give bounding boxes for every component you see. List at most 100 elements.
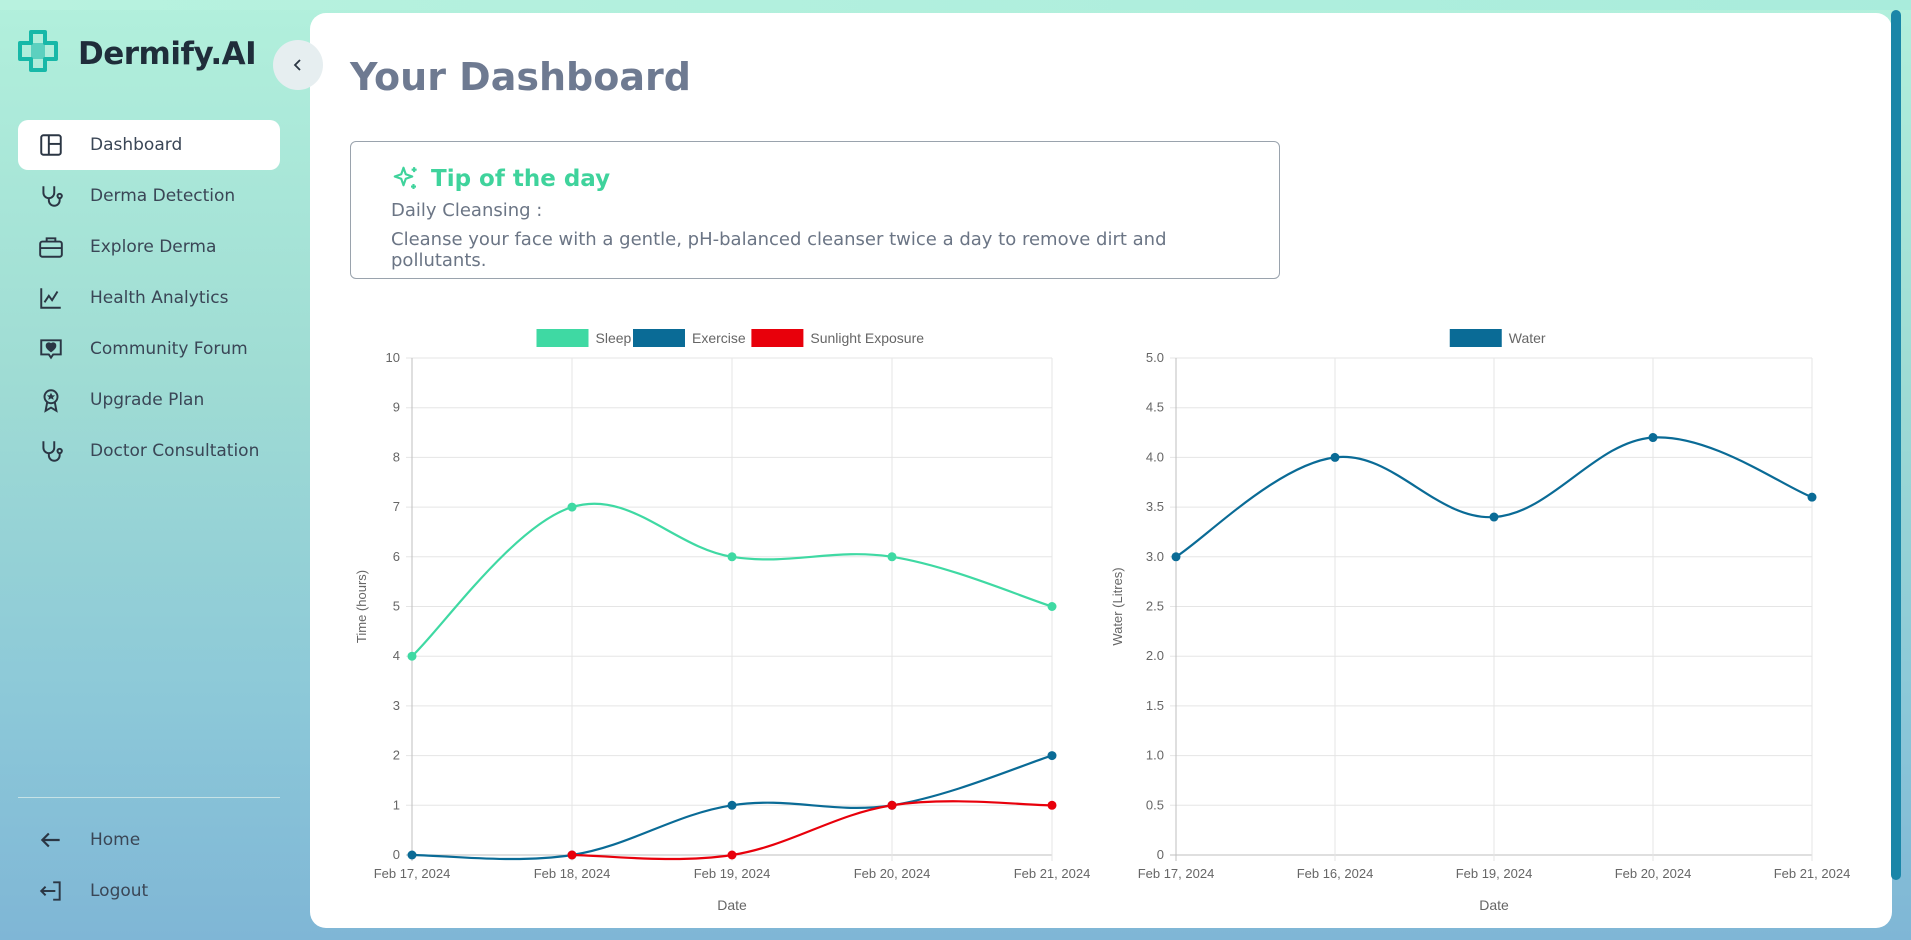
- data-point: [567, 850, 577, 860]
- sidebar-nav: Dashboard Derma Detection Explore Derma …: [18, 120, 280, 477]
- legend-swatch: [633, 329, 685, 347]
- sidebar-item-label: Home: [90, 830, 141, 850]
- sidebar-item-label: Derma Detection: [90, 186, 236, 206]
- y-tick-label: 5: [393, 599, 400, 614]
- sidebar-item-doctor-consultation[interactable]: Doctor Consultation: [18, 426, 280, 476]
- data-point: [1330, 452, 1340, 462]
- data-point: [1047, 751, 1057, 761]
- data-point: [1807, 492, 1817, 502]
- legend-swatch: [536, 329, 589, 347]
- line-chart-icon: [40, 288, 61, 309]
- y-tick-label: 7: [393, 499, 400, 514]
- legend-label: Sleep: [596, 330, 632, 346]
- x-tick-label: Feb 19, 2024: [694, 866, 771, 881]
- sidebar-item-upgrade-plan[interactable]: Upgrade Plan: [18, 375, 280, 425]
- sidebar-item-home[interactable]: Home: [18, 815, 280, 865]
- main-panel: Your Dashboard Tip of the day Daily Clea…: [310, 13, 1892, 928]
- x-tick-label: Feb 19, 2024: [1456, 866, 1533, 881]
- y-tick-label: 10: [386, 350, 400, 365]
- x-axis-title: Date: [1479, 897, 1509, 913]
- y-tick-label: 2.0: [1146, 648, 1164, 663]
- sidebar-item-label: Explore Derma: [90, 237, 217, 257]
- sidebar-item-derma-detection[interactable]: Derma Detection: [18, 171, 280, 221]
- x-tick-label: Feb 18, 2024: [534, 866, 611, 881]
- medical-cross-logo-icon: [18, 30, 58, 77]
- stethoscope-icon: [42, 441, 63, 462]
- stethoscope-icon: [42, 186, 63, 207]
- data-point: [887, 552, 897, 562]
- sidebar: Dermify.AI Dashboard Derma Detection Exp…: [0, 0, 310, 940]
- logout-icon: [39, 881, 61, 901]
- layout-icon: [40, 134, 62, 156]
- chart-1: 0 1 2 3 4 5 6 7 8 9 10 Feb 17, 2024 Feb 18, 2024 Feb …: [354, 329, 1090, 913]
- award-icon: [43, 389, 59, 413]
- sidebar-item-dashboard[interactable]: Dashboard: [18, 120, 280, 170]
- sidebar-item-label: Doctor Consultation: [90, 441, 260, 461]
- data-point: [887, 800, 897, 810]
- sidebar-item-label: Health Analytics: [90, 288, 229, 308]
- y-axis-title: Water (Litres): [1110, 567, 1125, 645]
- brand-name: Dermify.AI: [78, 35, 257, 72]
- y-axis-title: Time (hours): [354, 570, 369, 643]
- heart-message-icon: [40, 339, 62, 360]
- data-point: [407, 651, 417, 661]
- data-point: [1047, 602, 1057, 611]
- data-point: [1171, 552, 1181, 562]
- sidebar-item-logout[interactable]: Logout: [18, 866, 280, 916]
- x-tick-label: Feb 17, 2024: [374, 866, 451, 881]
- data-point: [567, 502, 577, 512]
- main-scrollbar[interactable]: [1891, 10, 1901, 880]
- chart-2: 0 0.5 1.0 1.5 2.0 2.5 3.0 3.5 4.0 4.5 5.0 Feb 17, 2…: [1110, 329, 1850, 913]
- y-tick-label: 5.0: [1146, 350, 1164, 365]
- sidebar-item-health-analytics[interactable]: Health Analytics: [18, 273, 280, 323]
- y-tick-label: 4.0: [1146, 449, 1164, 464]
- y-tick-label: 6: [393, 549, 400, 564]
- y-tick-label: 2.5: [1146, 599, 1164, 614]
- data-point: [727, 850, 737, 860]
- y-tick-label: 1.5: [1146, 698, 1164, 713]
- x-tick-label: Feb 21, 2024: [1774, 866, 1851, 881]
- y-tick-label: 4: [393, 648, 400, 663]
- collapse-sidebar-button[interactable]: [273, 40, 323, 90]
- sidebar-item-community-forum[interactable]: Community Forum: [18, 324, 280, 374]
- y-tick-label: 3.0: [1146, 549, 1164, 564]
- x-tick-label: Feb 21, 2024: [1014, 866, 1091, 881]
- sidebar-item-label: Logout: [90, 881, 149, 901]
- data-point: [407, 850, 417, 860]
- y-tick-label: 1.0: [1146, 748, 1164, 763]
- sidebar-item-label: Dashboard: [90, 135, 183, 155]
- briefcase-icon: [39, 237, 63, 258]
- sidebar-item-label: Upgrade Plan: [90, 390, 205, 410]
- sidebar-divider: [18, 797, 280, 798]
- sidebar-bottom-nav: Home Logout: [18, 815, 280, 917]
- arrow-left-icon: [40, 832, 60, 848]
- x-tick-label: Feb 17, 2024: [1138, 866, 1215, 881]
- brand[interactable]: Dermify.AI: [18, 30, 257, 77]
- legend-swatch: [1449, 329, 1502, 347]
- x-axis-title: Date: [717, 897, 747, 913]
- y-tick-label: 0.5: [1146, 797, 1164, 812]
- x-tick-label: Feb 20, 2024: [854, 866, 931, 881]
- legend-label: Sunlight Exposure: [810, 330, 924, 346]
- y-tick-label: 0: [393, 847, 400, 862]
- x-tick-label: Feb 16, 2024: [1297, 866, 1374, 881]
- data-point: [727, 800, 737, 810]
- sidebar-item-label: Community Forum: [90, 339, 248, 359]
- y-tick-label: 3.5: [1146, 499, 1164, 514]
- y-tick-label: 1: [393, 797, 400, 812]
- activity-line-chart: 0 1 2 3 4 5 6 7 8 9 10 Feb 17, 2024 Feb 18, 2024 Feb …: [354, 329, 1850, 913]
- data-point: [1648, 433, 1658, 443]
- series-line-sunlight-exposure: [571, 800, 1053, 861]
- y-tick-label: 3: [393, 698, 400, 713]
- data-point: [727, 552, 737, 562]
- y-tick-label: 0: [1157, 847, 1164, 862]
- legend-swatch: [751, 329, 804, 347]
- y-tick-label: 2: [393, 748, 400, 763]
- y-tick-label: 4.5: [1146, 400, 1164, 415]
- sidebar-item-explore-derma[interactable]: Explore Derma: [18, 222, 280, 272]
- y-tick-label: 8: [393, 449, 400, 464]
- y-tick-label: 9: [393, 400, 400, 415]
- legend-label: Exercise: [692, 330, 746, 346]
- data-point: [1489, 512, 1499, 522]
- chevron-left-icon: [293, 59, 301, 71]
